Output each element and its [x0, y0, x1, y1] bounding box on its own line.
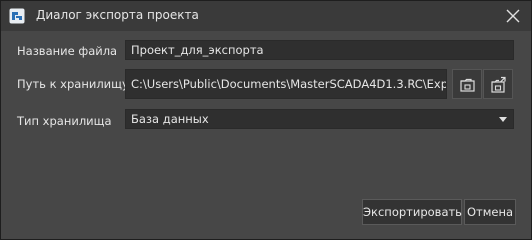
path-label: Путь к хранилищу: [17, 77, 129, 91]
dialog-title: Диалог экспорта проекта: [36, 8, 199, 22]
close-button[interactable]: [503, 6, 523, 26]
open-location-button[interactable]: [483, 69, 513, 99]
title-bar: Диалог экспорта проекта: [1, 1, 531, 31]
storage-type-select[interactable]: База данных: [125, 109, 514, 129]
folder-open-icon: [491, 76, 506, 93]
storage-type-label: Тип хранилища: [17, 114, 112, 128]
chevron-down-icon[interactable]: [499, 117, 507, 122]
storage-type-value: База данных: [131, 112, 209, 126]
path-input[interactable]: C:\Users\Public\Documents\MasterSCADA4D1…: [125, 69, 447, 99]
cancel-button[interactable]: Отмена: [464, 199, 516, 225]
export-button[interactable]: Экспортировать: [362, 199, 462, 225]
file-name-input[interactable]: Проект_для_экспорта: [125, 40, 514, 60]
app-logo-icon: [9, 8, 25, 24]
folder-browse-icon: [460, 78, 475, 92]
file-name-label: Название файла: [17, 44, 118, 58]
close-icon[interactable]: [503, 6, 523, 26]
browse-folder-button[interactable]: [452, 69, 482, 99]
export-dialog: Диалог экспорта проекта Название файла П…: [0, 0, 532, 240]
